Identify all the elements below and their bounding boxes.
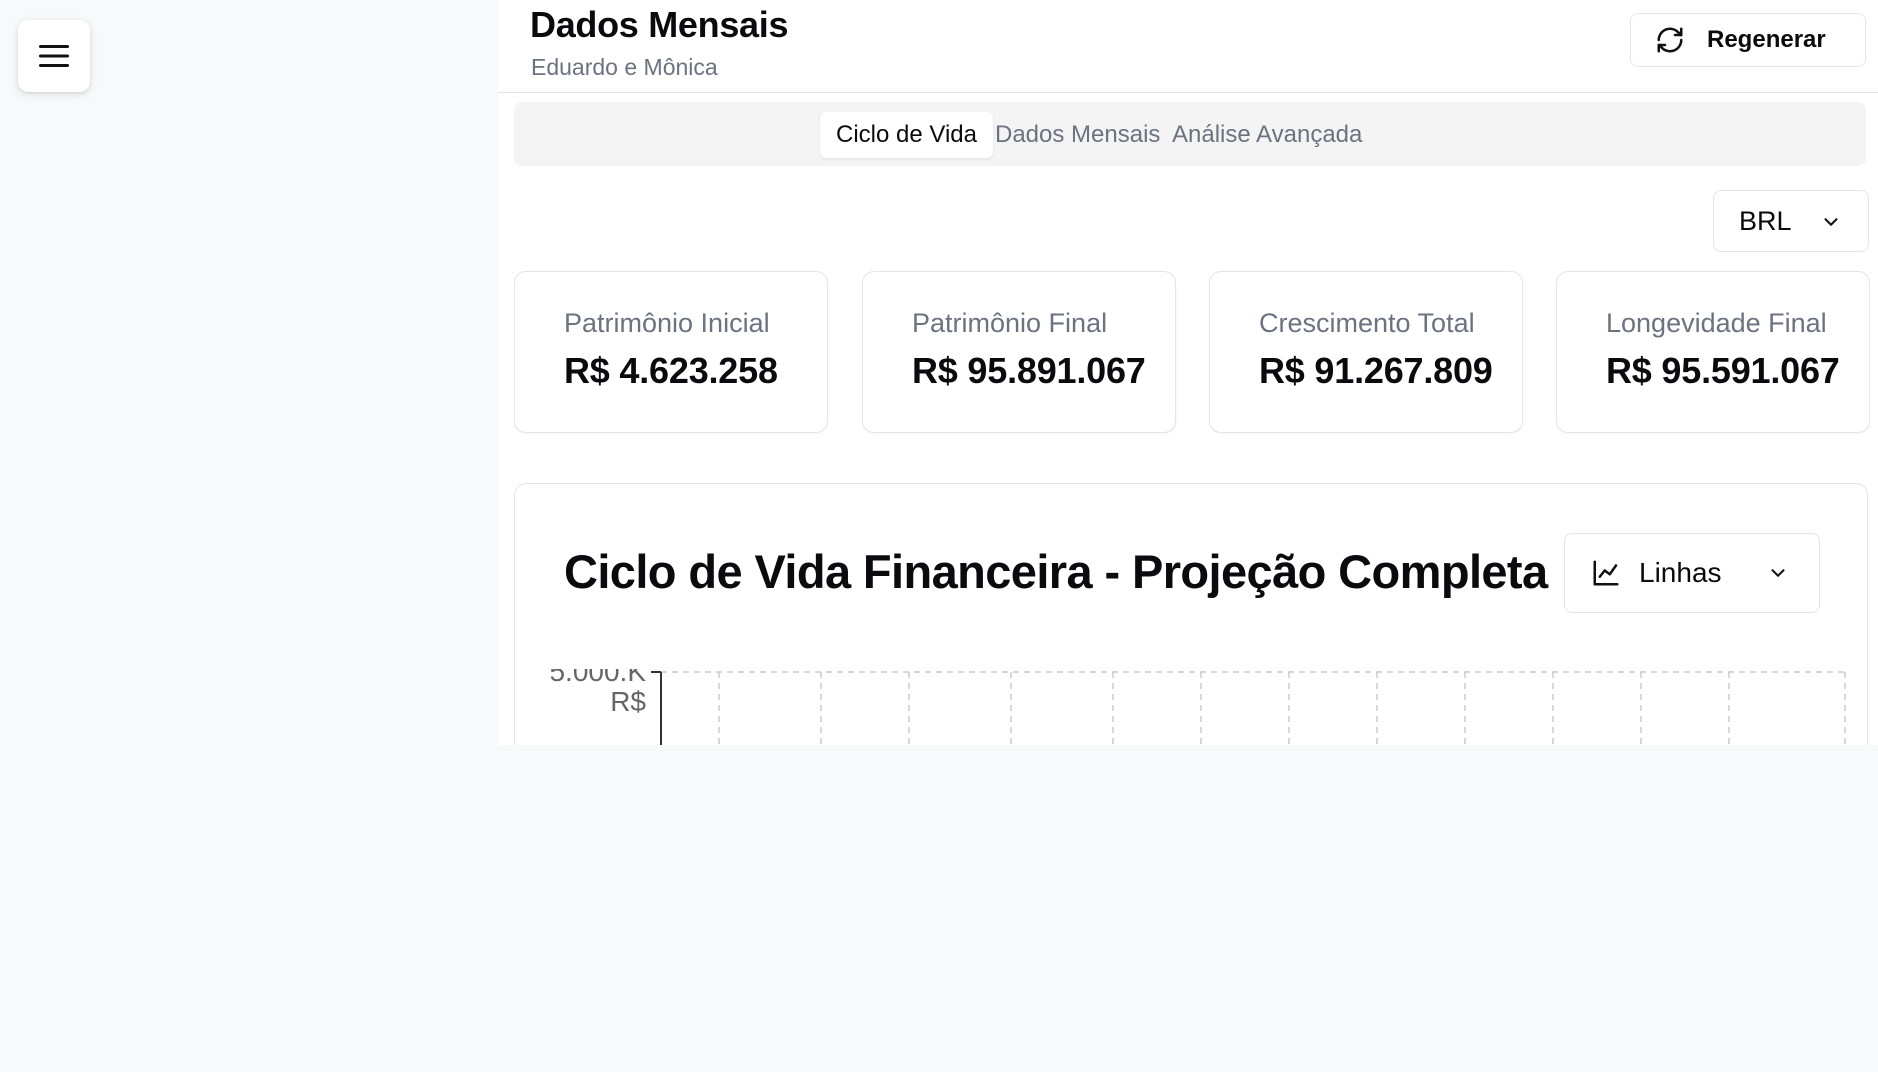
stat-card-crescimento-total: Crescimento Total R$ 91.267.809 [1209, 271, 1523, 433]
stat-label: Longevidade Final [1606, 308, 1827, 338]
page-header: Dados Mensais Eduardo e Mônica Regenerar [498, 0, 1878, 93]
stat-value: R$ 91.267.809 [1259, 350, 1493, 391]
currency-select[interactable]: BRL [1713, 190, 1869, 252]
chart-type-select[interactable]: Linhas [1564, 533, 1820, 613]
y-tick-label: 5.000.K [549, 669, 646, 687]
refresh-icon [1657, 27, 1683, 53]
page-subtitle: Eduardo e Mônica [531, 54, 718, 80]
main-panel: Dados Mensais Eduardo e Mônica Regenerar… [498, 0, 1878, 789]
chart-title: Ciclo de Vida Financeira - Projeção Comp… [564, 545, 1548, 598]
stat-label: Patrimônio Final [912, 308, 1108, 338]
page-background [0, 745, 1878, 1072]
regenerate-label: Regenerar [1707, 26, 1826, 53]
menu-button[interactable] [18, 20, 90, 92]
stat-value: R$ 95.891.067 [912, 350, 1146, 391]
chevron-down-icon [1824, 218, 1838, 226]
y-tick-unit: R$ [610, 686, 646, 717]
chart-type-value: Linhas [1639, 557, 1722, 588]
currency-value: BRL [1739, 205, 1792, 236]
tab-analise-avancada[interactable]: Análise Avançada [1156, 112, 1378, 158]
chart-card: Ciclo de Vida Financeira - Projeção Comp… [514, 483, 1868, 789]
stat-value: R$ 4.623.258 [564, 350, 778, 391]
stat-card-longevidade-final: Longevidade Final R$ 95.591.067 [1556, 271, 1870, 433]
stat-label: Patrimônio Inicial [564, 308, 770, 338]
tab-dados-mensais[interactable]: Dados Mensais [979, 112, 1176, 158]
page-title: Dados Mensais [530, 4, 789, 45]
stat-value: R$ 95.591.067 [1606, 350, 1840, 391]
stat-label: Crescimento Total [1259, 308, 1475, 338]
hamburger-menu-icon [39, 45, 69, 67]
stat-card-patrimonio-inicial: Patrimônio Inicial R$ 4.623.258 [514, 271, 828, 433]
tab-ciclo-de-vida[interactable]: Ciclo de Vida [820, 112, 993, 158]
chevron-down-icon [1771, 569, 1785, 577]
view-tabs: Ciclo de Vida Dados Mensais Análise Avan… [514, 102, 1866, 166]
stat-card-patrimonio-final: Patrimônio Final R$ 95.891.067 [862, 271, 1176, 433]
regenerate-button[interactable]: Regenerar [1630, 13, 1866, 67]
line-chart-icon [1593, 560, 1619, 586]
